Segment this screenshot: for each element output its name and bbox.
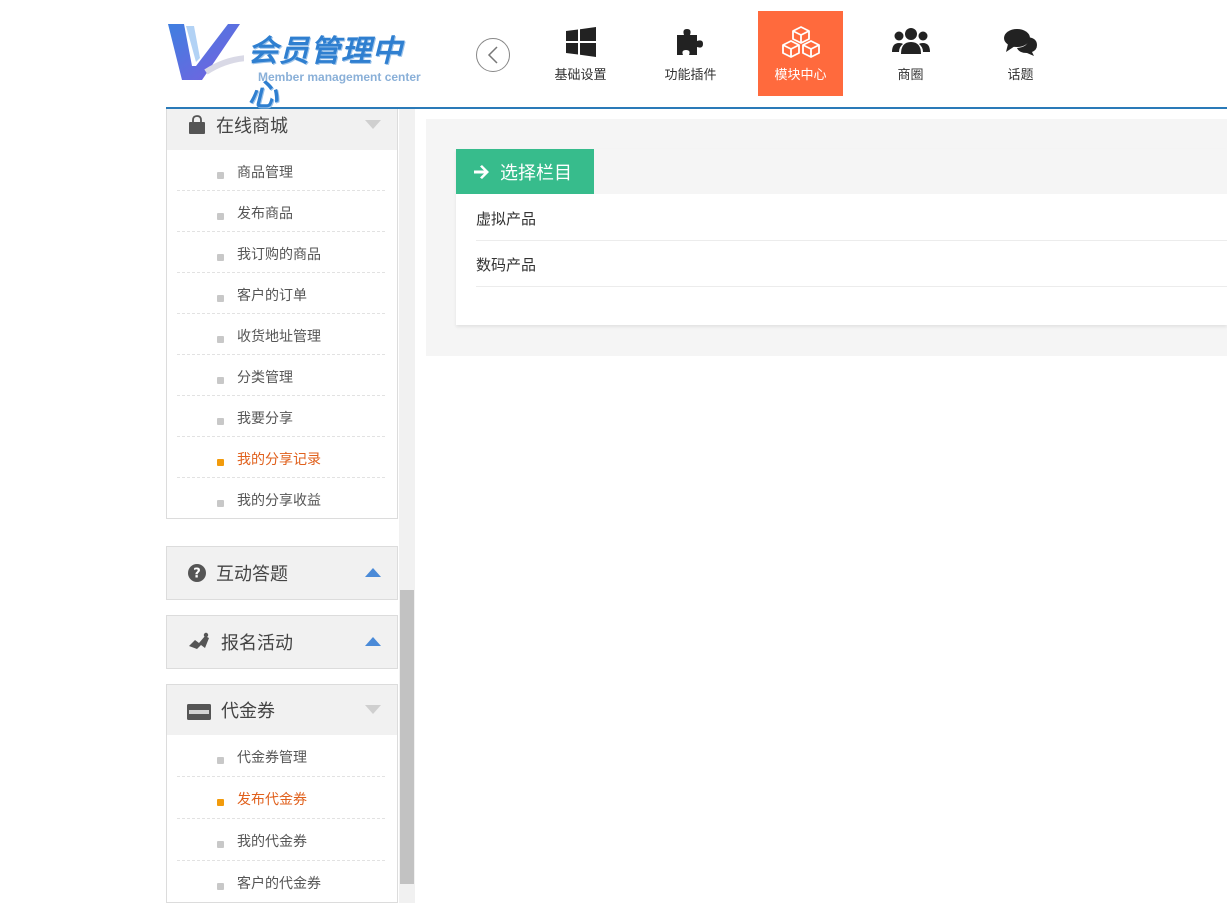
sidebar-item-label: 商品管理 [237, 165, 293, 181]
category-item-virtual[interactable]: 虚拟产品 [476, 194, 1227, 241]
question-circle-icon: ? [188, 564, 206, 582]
category-card: 选择栏目 虚拟产品 数码产品 [456, 149, 1227, 325]
sidebar-item-label: 代金券管理 [237, 750, 307, 766]
sidebar-item-publish-product[interactable]: 发布商品 [177, 191, 385, 232]
sidebar-item-my-ordered[interactable]: 我订购的商品 [177, 232, 385, 273]
puzzle-icon [676, 29, 703, 55]
bullet-icon [217, 172, 224, 179]
users-icon [891, 28, 930, 54]
nav-label: 商圈 [897, 68, 924, 83]
back-button[interactable] [476, 38, 510, 72]
nav-label: 话题 [1007, 68, 1034, 83]
bullet-icon [217, 841, 224, 848]
sidebar-item-share-earnings[interactable]: 我的分享收益 [177, 478, 385, 518]
sidebar-item-label: 我的分享收益 [237, 493, 321, 509]
logo-subtitle: Member management center [258, 70, 421, 84]
bullet-icon [217, 336, 224, 343]
windows-icon [565, 27, 596, 57]
bullet-icon [217, 418, 224, 425]
nav-label: 功能插件 [664, 68, 717, 83]
sidebar-item-label: 我的代金券 [237, 834, 307, 850]
bullet-icon [217, 799, 224, 806]
select-column-tab[interactable]: 选择栏目 [456, 149, 594, 194]
bullet-icon [217, 254, 224, 261]
category-label: 虚拟产品 [476, 210, 537, 228]
sidebar-item-label: 客户的代金券 [237, 876, 321, 892]
sidebar-item-customer-orders[interactable]: 客户的订单 [177, 273, 385, 314]
bullet-icon [217, 295, 224, 302]
nav-plugins[interactable]: 功能插件 [648, 11, 733, 96]
panel-head-online-shop[interactable]: 在线商城 [167, 109, 397, 150]
category-label: 数码产品 [476, 256, 537, 274]
logo[interactable]: 会员管理中心 Member management center [166, 18, 431, 113]
sidebar-item-my-vouchers[interactable]: 我的代金券 [177, 819, 385, 861]
bullet-icon [217, 500, 224, 507]
panel-title: 互动答题 [216, 564, 288, 585]
caret-up-icon [365, 637, 381, 646]
main-content: 选择栏目 虚拟产品 数码产品 [426, 119, 1227, 356]
comments-icon [1003, 29, 1037, 56]
caret-down-icon [365, 120, 381, 129]
nav-topics[interactable]: 话题 [978, 11, 1063, 96]
shopping-bag-icon [189, 115, 205, 134]
sidebar-item-publish-voucher[interactable]: 发布代金券 [177, 777, 385, 819]
panel-head-interactive-qa[interactable]: ? 互动答题 [167, 547, 397, 599]
bullet-icon [217, 213, 224, 220]
panel-head-signup-activity[interactable]: 报名活动 [167, 616, 397, 668]
sidebar-item-label: 发布商品 [237, 206, 293, 222]
sidebar: 在线商城 商品管理 发布商品 我订购的商品 客户的订单 收货地址管理 分类管理 … [166, 109, 415, 903]
header: 会员管理中心 Member management center 基础设置 功能插… [166, 0, 1227, 113]
bullet-icon [217, 757, 224, 764]
activity-icon [189, 632, 209, 649]
nav-module-center[interactable]: 模块中心 [758, 11, 843, 96]
top-nav: 基础设置 功能插件 模块中心 商圈 话题 [538, 11, 1088, 96]
sidebar-item-category-manage[interactable]: 分类管理 [177, 355, 385, 396]
bullet-icon [217, 883, 224, 890]
sidebar-scrollbar[interactable] [399, 109, 415, 903]
arrow-right-icon [474, 164, 489, 179]
nav-label: 模块中心 [774, 68, 827, 83]
nav-business-circle[interactable]: 商圈 [868, 11, 953, 96]
sidebar-item-label: 我订购的商品 [237, 247, 321, 263]
sidebar-item-label: 客户的订单 [237, 288, 307, 304]
panel-title: 报名活动 [221, 633, 293, 654]
cubes-icon [781, 26, 820, 58]
logo-v-icon [168, 24, 244, 80]
sidebar-item-address-manage[interactable]: 收货地址管理 [177, 314, 385, 355]
bullet-icon [217, 459, 224, 466]
sidebar-item-customer-vouchers[interactable]: 客户的代金券 [177, 861, 385, 902]
panel-title: 代金券 [221, 701, 275, 722]
tab-label: 选择栏目 [500, 162, 572, 184]
scrollbar-thumb[interactable] [400, 590, 414, 884]
sidebar-item-share-records[interactable]: 我的分享记录 [177, 437, 385, 478]
caret-down-icon [365, 705, 381, 714]
panel-online-shop: 在线商城 商品管理 发布商品 我订购的商品 客户的订单 收货地址管理 分类管理 … [166, 109, 398, 519]
sidebar-item-product-manage[interactable]: 商品管理 [177, 150, 385, 191]
nav-label: 基础设置 [554, 68, 607, 83]
bullet-icon [217, 377, 224, 384]
shop-menu-list: 商品管理 发布商品 我订购的商品 客户的订单 收货地址管理 分类管理 我要分享 … [167, 150, 397, 518]
nav-basic-settings[interactable]: 基础设置 [538, 11, 623, 96]
voucher-menu-list: 代金券管理 发布代金券 我的代金券 客户的代金券 [167, 735, 397, 902]
sidebar-item-voucher-manage[interactable]: 代金券管理 [177, 735, 385, 777]
credit-card-icon [187, 704, 211, 720]
sidebar-item-label: 分类管理 [237, 370, 293, 386]
sidebar-item-label: 我的分享记录 [237, 452, 321, 468]
sidebar-item-label: 收货地址管理 [237, 329, 321, 345]
sidebar-item-label: 我要分享 [237, 411, 293, 427]
sidebar-item-share[interactable]: 我要分享 [177, 396, 385, 437]
panel-signup-activity: 报名活动 [166, 615, 398, 669]
svg-text:?: ? [193, 567, 201, 582]
sidebar-item-label: 发布代金券 [237, 792, 307, 808]
panel-voucher: 代金券 代金券管理 发布代金券 我的代金券 客户的代金券 [166, 684, 398, 903]
caret-up-icon [365, 568, 381, 577]
panel-title: 在线商城 [216, 116, 288, 137]
panel-interactive-qa: ? 互动答题 [166, 546, 398, 600]
category-item-digital[interactable]: 数码产品 [476, 240, 1227, 287]
panel-head-voucher[interactable]: 代金券 [167, 685, 397, 735]
category-list: 虚拟产品 数码产品 [456, 194, 1227, 325]
chevron-left-icon [487, 46, 498, 64]
